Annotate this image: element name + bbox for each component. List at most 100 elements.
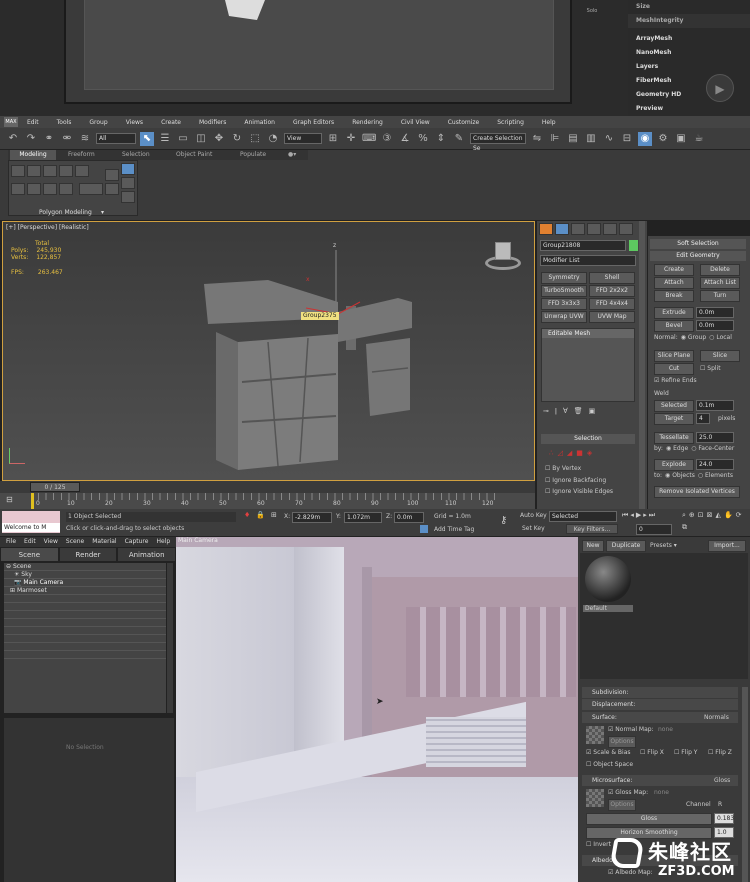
absolute-mode-icon[interactable]: ⊞ (271, 511, 277, 519)
mm-menu-material[interactable]: Material (88, 537, 120, 547)
pivot-icon[interactable]: ⊞ (326, 132, 340, 146)
align-icon[interactable]: ⊫ (548, 132, 562, 146)
select-manipulate-icon[interactable]: ✛ (344, 132, 358, 146)
edge-mode-button[interactable] (27, 165, 41, 177)
zoom-extents-icon[interactable]: ⊡ (698, 511, 704, 520)
modifier-shell-button[interactable]: Shell (589, 272, 635, 284)
auto-key-button[interactable]: Auto Key (520, 512, 547, 519)
x-coordinate-field[interactable]: -2.829m (292, 512, 332, 523)
bevel-spinner[interactable]: 0.0m (696, 320, 734, 331)
scene-tree-scrollbar[interactable] (167, 563, 173, 713)
rendered-frame-icon[interactable]: ▣ (674, 132, 688, 146)
redo-icon[interactable]: ↷ (24, 132, 38, 146)
motion-tab-icon[interactable] (587, 223, 601, 235)
create-button[interactable]: Create (654, 264, 694, 276)
perspective-viewport[interactable]: [+] [Perspective] [Realistic] Total Poly… (2, 221, 535, 481)
zb-item-meshintegrity[interactable]: MeshIntegrity (628, 14, 750, 28)
menu-create[interactable]: Create (152, 119, 190, 126)
gloss-map-thumb[interactable] (586, 789, 604, 807)
keyboard-shortcut-icon[interactable]: ⌨ (362, 132, 376, 146)
angle-snap-icon[interactable]: ∡ (398, 132, 412, 146)
bevel-button[interactable]: Bevel (654, 320, 694, 332)
menu-civil-view[interactable]: Civil View (392, 119, 439, 126)
zb-item-nanomesh[interactable]: NanoMesh (628, 46, 750, 60)
material-editor-icon[interactable]: ◉ (638, 131, 652, 146)
select-by-name-icon[interactable]: ☰ (158, 132, 172, 146)
link-icon[interactable]: ⚭ (42, 132, 56, 146)
utilities-tab-icon[interactable] (619, 223, 633, 235)
key-icon[interactable]: ⚷ (500, 515, 507, 526)
render-icon[interactable]: ☕ (692, 132, 706, 146)
polygon-icon[interactable]: ■ (576, 449, 583, 457)
presets-dropdown[interactable]: Presets ▾ (650, 542, 677, 549)
edit-geometry-rollout[interactable]: Edit Geometry (650, 251, 746, 261)
play-animation-icon[interactable]: ▶ (636, 511, 641, 520)
named-selection-dropdown[interactable]: Create Selection Se (470, 133, 526, 152)
object-space-checkbox[interactable]: ☐ Object Space (586, 761, 633, 768)
attach-button[interactable]: Attach (654, 277, 694, 289)
menu-edit[interactable]: Edit (18, 119, 48, 126)
menu-help[interactable]: Help (533, 119, 565, 126)
displacement-section[interactable]: Displacement: (582, 699, 738, 710)
time-tag-icon[interactable] (420, 525, 428, 533)
by-vertex-checkbox[interactable]: ☐ By Vertex (545, 465, 581, 472)
modifier-stack[interactable]: Editable Mesh (541, 328, 635, 402)
y-coordinate-field[interactable]: 1.072m (344, 512, 382, 523)
element-icon[interactable]: ◈ (587, 449, 592, 457)
face-center-radio[interactable]: ○ Face-Center (691, 445, 734, 452)
ribbon-tab-selection[interactable]: Selection (122, 150, 150, 160)
pin-stack-icon[interactable]: ⊸ (543, 407, 549, 415)
tessellate-button[interactable]: Tessellate (654, 432, 694, 444)
scale-icon[interactable]: ⬚ (248, 132, 262, 146)
key-mode-dropdown[interactable]: Selected (549, 511, 617, 522)
render-setup-icon[interactable]: ⚙ (656, 132, 670, 146)
stack-down-button[interactable] (43, 183, 57, 195)
zb-item-size[interactable]: Size (628, 0, 750, 14)
tab-render[interactable]: Render (58, 547, 118, 562)
modifier-ffd444-button[interactable]: FFD 4x4x4 (589, 298, 635, 310)
ribbon-tab-object-paint[interactable]: Object Paint (176, 150, 212, 160)
app-logo-button[interactable]: MAX (4, 117, 18, 127)
percent-snap-icon[interactable]: % (416, 132, 430, 146)
vertex-mode-button[interactable] (11, 165, 25, 177)
gloss-map-options-button[interactable]: Options (608, 799, 636, 811)
scale-bias-checkbox[interactable]: ☑ Scale & Bias (586, 749, 631, 756)
explode-spinner[interactable]: 24.0 (696, 459, 734, 470)
extrude-button[interactable]: Extrude (654, 307, 694, 319)
objects-radio[interactable]: ◉ Objects (665, 472, 695, 479)
weld-selected-button[interactable]: Selected (654, 400, 694, 412)
zb-item-layers[interactable]: Layers (628, 60, 750, 74)
spinner-snap-icon[interactable]: ⇕ (434, 132, 448, 146)
panel-expand-icon[interactable]: ▾ (101, 209, 104, 216)
select-object-icon[interactable]: ⬉ (140, 131, 154, 146)
weld-target-button[interactable]: Target (654, 413, 694, 425)
soft-selection-rollout[interactable]: Soft Selection (650, 239, 746, 249)
ribbon-side-button-4[interactable] (121, 177, 135, 189)
move-icon[interactable]: ✥ (212, 132, 226, 146)
time-slider-thumb[interactable]: 0 / 125 (30, 482, 80, 492)
set-key-button[interactable]: Set Key (522, 525, 545, 532)
selection-rollout-header[interactable]: Selection (541, 434, 635, 444)
current-frame-field[interactable]: 0 (636, 524, 672, 535)
goto-start-icon[interactable]: ⏮ (622, 511, 628, 520)
zb-item-arraymesh[interactable]: ArrayMesh (628, 32, 750, 46)
weld-target-spinner[interactable]: 4 (696, 413, 710, 424)
mm-menu-capture[interactable]: Capture (121, 537, 153, 547)
menu-modifiers[interactable]: Modifiers (190, 119, 235, 126)
ribbon-side-button-1[interactable] (105, 169, 119, 181)
ribbon-side-button-5[interactable] (121, 191, 135, 203)
import-material-button[interactable]: Import... (708, 540, 746, 552)
microsurface-mode-dropdown[interactable]: Gloss (714, 777, 730, 784)
cut-button[interactable]: Cut (654, 363, 694, 375)
attach-list-button[interactable]: Attach List (700, 277, 740, 289)
edge-icon[interactable]: ◿ (557, 449, 562, 457)
menu-scripting[interactable]: Scripting (488, 119, 533, 126)
maxscript-listener[interactable]: Welcome to M (2, 511, 60, 533)
tab-scene[interactable]: Scene (0, 547, 59, 562)
slice-plane-button[interactable]: Slice Plane (654, 350, 694, 362)
menu-animation[interactable]: Animation (235, 119, 284, 126)
refine-ends-checkbox[interactable]: ☑ Refine Ends (654, 377, 697, 384)
tree-item-main-camera[interactable]: 📷 Main Camera (4, 579, 166, 587)
key-filters-button[interactable]: Key Filters... (566, 524, 618, 534)
selection-filter-dropdown[interactable]: All (96, 133, 136, 144)
